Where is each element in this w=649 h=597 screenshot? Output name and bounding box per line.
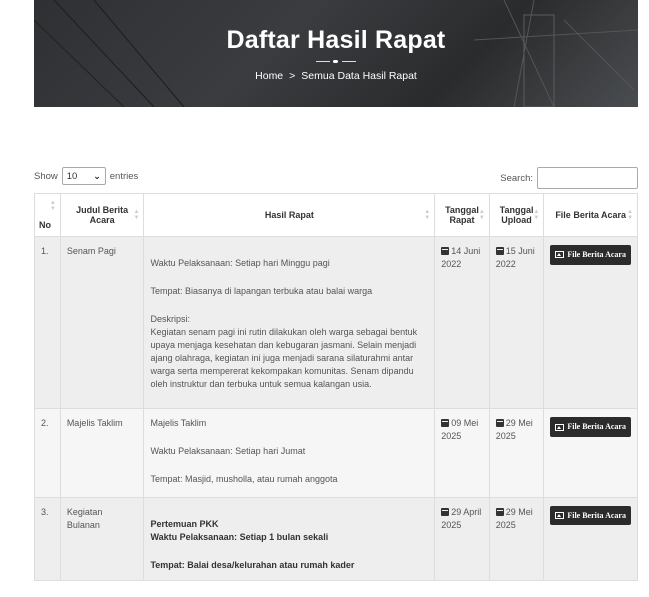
cell-file: File Berita Acara (543, 408, 638, 498)
image-icon (555, 423, 565, 431)
sort-icon: ▲ ▼ (533, 209, 540, 221)
cell-judul: Kegiatan Bulanan (59, 496, 145, 581)
sort-icon: ▲ ▼ (478, 209, 485, 221)
calendar-icon (441, 507, 450, 516)
cell-judul: Senam Pagi (59, 235, 145, 410)
cell-tanggal-upload: 29 Mei 2025 (488, 408, 545, 498)
cell-tanggal-upload: 15 Juni 2022 (488, 235, 545, 410)
hasil-rapat-table: No ▲ ▼ Judul Berita Acara ▲ ▼ Hasil Rapat ▲ ▼ … (34, 193, 638, 581)
breadcrumb-current: Semua Data Hasil Rapat (301, 70, 417, 82)
file-button-label: File Berita Acara (567, 422, 626, 432)
image-icon (555, 511, 565, 519)
column-header-file-label: File Berita Acara (555, 210, 627, 220)
column-header-file[interactable]: File Berita Acara ▲ ▼ (543, 193, 638, 237)
sort-icon: ▲ ▼ (49, 200, 56, 212)
hasil-text: Deskripsi: (150, 314, 190, 325)
entries-label: entries (109, 170, 139, 182)
table-row: 2. Majelis Taklim Majelis Taklim Waktu P… (34, 408, 638, 498)
chevron-down-icon: ⌄ (93, 170, 101, 181)
image-icon (555, 251, 565, 259)
column-header-judul-label: Judul Berita Acara (76, 205, 129, 225)
breadcrumb: Home > Semua Data Hasil Rapat (34, 70, 638, 82)
cell-judul: Majelis Taklim (59, 408, 145, 498)
title-divider (316, 60, 356, 64)
hasil-text: Waktu Pelaksanaan: Setiap hari Jumat (150, 446, 306, 457)
entries-select[interactable]: 10 ⌄ (61, 167, 106, 185)
hasil-text: Waktu Pelaksanaan: Setiap 1 bulan sekali (150, 531, 329, 542)
hasil-text: Tempat: Masjid, musholla, atau rumah ang… (150, 474, 338, 485)
column-header-tanggal-upload[interactable]: Tanggal Upload ▲ ▼ (488, 193, 545, 237)
hasil-text: Tempat: Balai desa/kelurahan atau rumah … (150, 559, 355, 570)
column-header-tanggal-upload-label: Tanggal Upload (499, 205, 534, 225)
file-berita-acara-button[interactable]: File Berita Acara (550, 505, 631, 526)
calendar-icon (495, 247, 504, 255)
column-header-hasil[interactable]: Hasil Rapat ▲ ▼ (143, 193, 436, 237)
file-button-label: File Berita Acara (567, 250, 626, 259)
file-berita-acara-button[interactable]: File Berita Acara (550, 245, 631, 265)
column-header-tanggal-rapat[interactable]: Tanggal Rapat ▲ ▼ (434, 193, 490, 237)
table-header-row: No ▲ ▼ Judul Berita Acara ▲ ▼ Hasil Rapat ▲ ▼ … (34, 193, 638, 237)
cell-hasil: Majelis Taklim Waktu Pelaksanaan: Setiap… (143, 408, 436, 498)
search-label: Search: (500, 172, 533, 184)
column-header-judul[interactable]: Judul Berita Acara ▲ ▼ (59, 193, 145, 237)
breadcrumb-separator: > (289, 70, 296, 82)
calendar-icon (495, 419, 504, 428)
cell-tanggal-rapat: 29 April 2025 (434, 496, 490, 581)
entries-control: Show 10 ⌄ entries (34, 167, 138, 185)
cell-tanggal-rapat: 14 Juni 2022 (434, 235, 490, 410)
cell-file: File Berita Acara (543, 496, 638, 581)
cell-file: File Berita Acara (543, 235, 638, 410)
search-control: Search: (500, 167, 638, 189)
sort-icon: ▲ ▼ (627, 209, 633, 221)
file-button-label: File Berita Acara (567, 510, 626, 520)
calendar-icon (495, 507, 504, 516)
cell-no: 1. (34, 235, 61, 410)
cell-no: 3. (34, 496, 61, 581)
file-berita-acara-button[interactable]: File Berita Acara (550, 417, 631, 437)
cell-tanggal-rapat: 09 Mei 2025 (434, 408, 490, 498)
entries-select-value: 10 (66, 170, 78, 182)
table-row: 3. Kegiatan Bulanan Pertemuan PKK Waktu … (34, 496, 638, 581)
search-input[interactable] (537, 167, 638, 189)
hasil-text: Waktu Pelaksanaan: Setiap hari Minggu pa… (150, 258, 330, 268)
column-header-tanggal-rapat-label: Tanggal Rapat (445, 205, 479, 225)
sort-icon: ▲ ▼ (133, 209, 140, 221)
page-title: Daftar Hasil Rapat (226, 26, 446, 54)
cell-no: 2. (34, 408, 61, 498)
hasil-text: Tempat: Biasanya di lapangan terbuka ata… (150, 286, 373, 297)
hero-banner: Daftar Hasil Rapat Home > Semua Data Hasil… (34, 0, 638, 107)
cell-hasil: Waktu Pelaksanaan: Setiap hari Minggu pa… (143, 235, 436, 410)
hasil-text: Kegiatan senam pagi ini rutin dilakukan … (150, 327, 418, 390)
column-header-hasil-label: Hasil Rapat (264, 210, 314, 220)
calendar-icon (441, 247, 450, 255)
column-header-no-label: No (39, 220, 51, 230)
breadcrumb-home-link[interactable]: Home (255, 70, 283, 82)
cell-hasil: Pertemuan PKK Waktu Pelaksanaan: Setiap … (143, 496, 436, 581)
calendar-icon (441, 419, 450, 428)
column-header-no[interactable]: No ▲ ▼ (34, 193, 61, 237)
show-label: Show (34, 170, 58, 182)
hasil-text: Majelis Taklim (150, 418, 207, 429)
hasil-text: Pertemuan PKK (150, 518, 219, 529)
cell-tanggal-upload: 29 Mei 2025 (488, 496, 545, 581)
sort-icon: ▲ ▼ (424, 209, 431, 221)
table-row: 1. Senam Pagi Waktu Pelaksanaan: Setiap … (34, 235, 638, 410)
